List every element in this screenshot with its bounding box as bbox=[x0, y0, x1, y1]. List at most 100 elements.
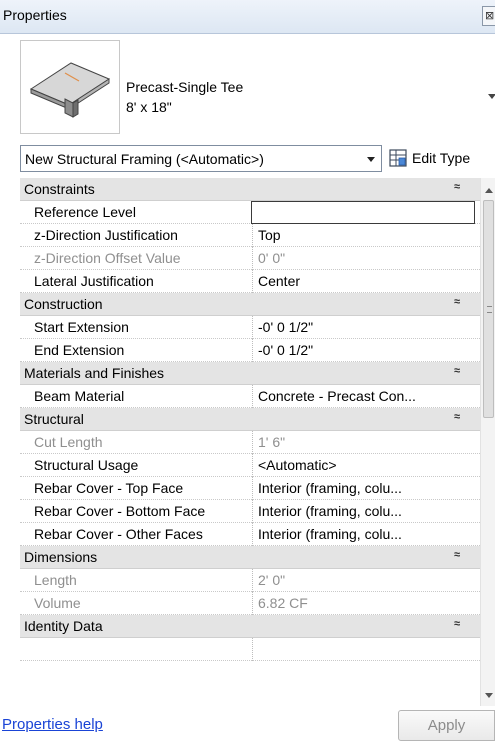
property-value[interactable]: Concrete - Precast Con... bbox=[258, 388, 478, 404]
property-row-z-offset: z-Direction Offset Value 0' 0" bbox=[20, 247, 480, 270]
property-value[interactable]: Interior (framing, colu... bbox=[258, 503, 478, 519]
family-name: Precast-Single Tee bbox=[126, 79, 244, 95]
property-name: z-Direction Offset Value bbox=[34, 250, 181, 266]
category-constraints[interactable]: Constraints ≈ bbox=[20, 178, 480, 201]
column-divider bbox=[252, 270, 253, 293]
property-name: Reference Level bbox=[34, 204, 136, 220]
collapse-icon[interactable]: ≈ bbox=[454, 181, 460, 193]
column-divider bbox=[252, 454, 253, 477]
property-value[interactable]: Interior (framing, colu... bbox=[258, 480, 478, 496]
category-materials-and-finishes[interactable]: Materials and Finishes ≈ bbox=[20, 362, 480, 385]
type-selector[interactable]: Precast-Single Tee 8' x 18" bbox=[0, 34, 495, 140]
column-divider bbox=[252, 523, 253, 546]
property-name: Length bbox=[34, 572, 77, 588]
property-name: Volume bbox=[34, 595, 81, 611]
instance-filter-dropdown[interactable]: New Structural Framing (<Automatic>) bbox=[20, 145, 382, 172]
property-name: Cut Length bbox=[34, 434, 103, 450]
instance-selector-row: New Structural Framing (<Automatic>) Edi… bbox=[0, 143, 495, 176]
precast-single-tee-preview-icon bbox=[20, 40, 120, 134]
category-label: Identity Data bbox=[24, 618, 103, 634]
property-value: 2' 0" bbox=[258, 572, 286, 588]
apply-button[interactable]: Apply bbox=[398, 710, 495, 741]
category-structural[interactable]: Structural ≈ bbox=[20, 408, 480, 431]
column-divider bbox=[252, 431, 253, 454]
property-name: Structural Usage bbox=[34, 457, 139, 473]
close-icon[interactable]: ⊠ bbox=[482, 6, 495, 26]
scrollbar-thumb[interactable] bbox=[483, 200, 494, 418]
collapse-icon[interactable]: ≈ bbox=[454, 618, 460, 630]
type-dropdown-icon[interactable] bbox=[488, 94, 495, 99]
chevron-down-icon[interactable] bbox=[367, 157, 375, 162]
category-identity-data[interactable]: Identity Data ≈ bbox=[20, 615, 480, 638]
category-label: Structural bbox=[24, 411, 84, 427]
property-name: End Extension bbox=[34, 342, 125, 358]
column-divider bbox=[252, 477, 253, 500]
edit-type-button[interactable]: Edit Type bbox=[389, 145, 495, 172]
property-name: Beam Material bbox=[34, 388, 125, 404]
column-divider bbox=[252, 316, 253, 339]
column-divider bbox=[252, 638, 253, 661]
property-row-reference-level[interactable]: Reference Level bbox=[20, 201, 480, 224]
collapse-icon[interactable]: ≈ bbox=[454, 365, 460, 377]
property-value[interactable]: Center bbox=[258, 273, 478, 289]
property-name: Rebar Cover - Top Face bbox=[34, 480, 184, 496]
property-row-z-justification[interactable]: z-Direction Justification Top bbox=[20, 224, 480, 247]
property-row-length: Length 2' 0" bbox=[20, 569, 480, 592]
category-label: Materials and Finishes bbox=[24, 365, 165, 381]
category-label: Dimensions bbox=[24, 549, 98, 565]
property-row-rebar-cover-other[interactable]: Rebar Cover - Other Faces Interior (fram… bbox=[20, 523, 480, 546]
column-divider bbox=[252, 385, 253, 408]
property-row-structural-usage[interactable]: Structural Usage <Automatic> bbox=[20, 454, 480, 477]
properties-help-link[interactable]: Properties help bbox=[2, 716, 103, 733]
property-name: Lateral Justification bbox=[34, 273, 154, 289]
properties-footer: Properties help Apply bbox=[0, 706, 495, 746]
property-row-rebar-cover-bottom[interactable]: Rebar Cover - Bottom Face Interior (fram… bbox=[20, 500, 480, 523]
property-row-volume: Volume 6.82 CF bbox=[20, 592, 480, 615]
property-name: Rebar Cover - Bottom Face bbox=[34, 503, 206, 519]
property-value[interactable]: -0' 0 1/2" bbox=[258, 342, 478, 358]
property-row-rebar-cover-top[interactable]: Rebar Cover - Top Face Interior (framing… bbox=[20, 477, 480, 500]
scroll-up-icon[interactable] bbox=[485, 188, 493, 193]
column-divider bbox=[252, 339, 253, 362]
collapse-icon[interactable]: ≈ bbox=[454, 411, 460, 423]
category-label: Constraints bbox=[24, 181, 95, 197]
property-value[interactable]: -0' 0 1/2" bbox=[258, 319, 478, 335]
title-bar: Properties ⊠ bbox=[0, 0, 495, 34]
category-dimensions[interactable]: Dimensions ≈ bbox=[20, 546, 480, 569]
instance-filter-value: New Structural Framing (<Automatic>) bbox=[25, 151, 264, 167]
collapse-icon[interactable]: ≈ bbox=[454, 549, 460, 561]
edit-type-label: Edit Type bbox=[412, 150, 471, 166]
reference-level-input[interactable] bbox=[251, 201, 475, 224]
property-value: 1' 6" bbox=[258, 434, 286, 450]
collapse-icon[interactable]: ≈ bbox=[454, 296, 460, 308]
property-row-start-extension[interactable]: Start Extension -0' 0 1/2" bbox=[20, 316, 480, 339]
column-divider bbox=[252, 224, 253, 247]
property-value[interactable]: Interior (framing, colu... bbox=[258, 526, 478, 542]
properties-grid: Constraints ≈ Reference Level z-Directio… bbox=[20, 178, 480, 706]
category-construction[interactable]: Construction ≈ bbox=[20, 293, 480, 316]
property-value[interactable]: <Automatic> bbox=[258, 457, 478, 473]
category-label: Construction bbox=[24, 296, 103, 312]
edit-type-icon bbox=[389, 149, 407, 167]
type-name: Precast-Single Tee 8' x 18" bbox=[126, 77, 243, 117]
property-name: Rebar Cover - Other Faces bbox=[34, 526, 203, 542]
column-divider bbox=[252, 592, 253, 615]
property-row-end-extension[interactable]: End Extension -0' 0 1/2" bbox=[20, 339, 480, 362]
property-name: Start Extension bbox=[34, 319, 129, 335]
grip-icon bbox=[487, 306, 492, 313]
column-divider bbox=[252, 569, 253, 592]
property-name: z-Direction Justification bbox=[34, 227, 178, 243]
property-value: 6.82 CF bbox=[258, 595, 308, 611]
property-row-lateral-justification[interactable]: Lateral Justification Center bbox=[20, 270, 480, 293]
property-row-cut-length: Cut Length 1' 6" bbox=[20, 431, 480, 454]
column-divider bbox=[252, 500, 253, 523]
property-row-beam-material[interactable]: Beam Material Concrete - Precast Con... bbox=[20, 385, 480, 408]
type-size: 8' x 18" bbox=[126, 99, 172, 115]
property-value: 0' 0" bbox=[258, 250, 286, 266]
window-title: Properties bbox=[3, 7, 67, 23]
scroll-down-icon[interactable] bbox=[485, 693, 493, 698]
column-divider bbox=[252, 247, 253, 270]
vertical-scrollbar[interactable] bbox=[480, 178, 495, 706]
property-row-partial[interactable] bbox=[20, 638, 480, 661]
property-value[interactable]: Top bbox=[258, 227, 478, 243]
